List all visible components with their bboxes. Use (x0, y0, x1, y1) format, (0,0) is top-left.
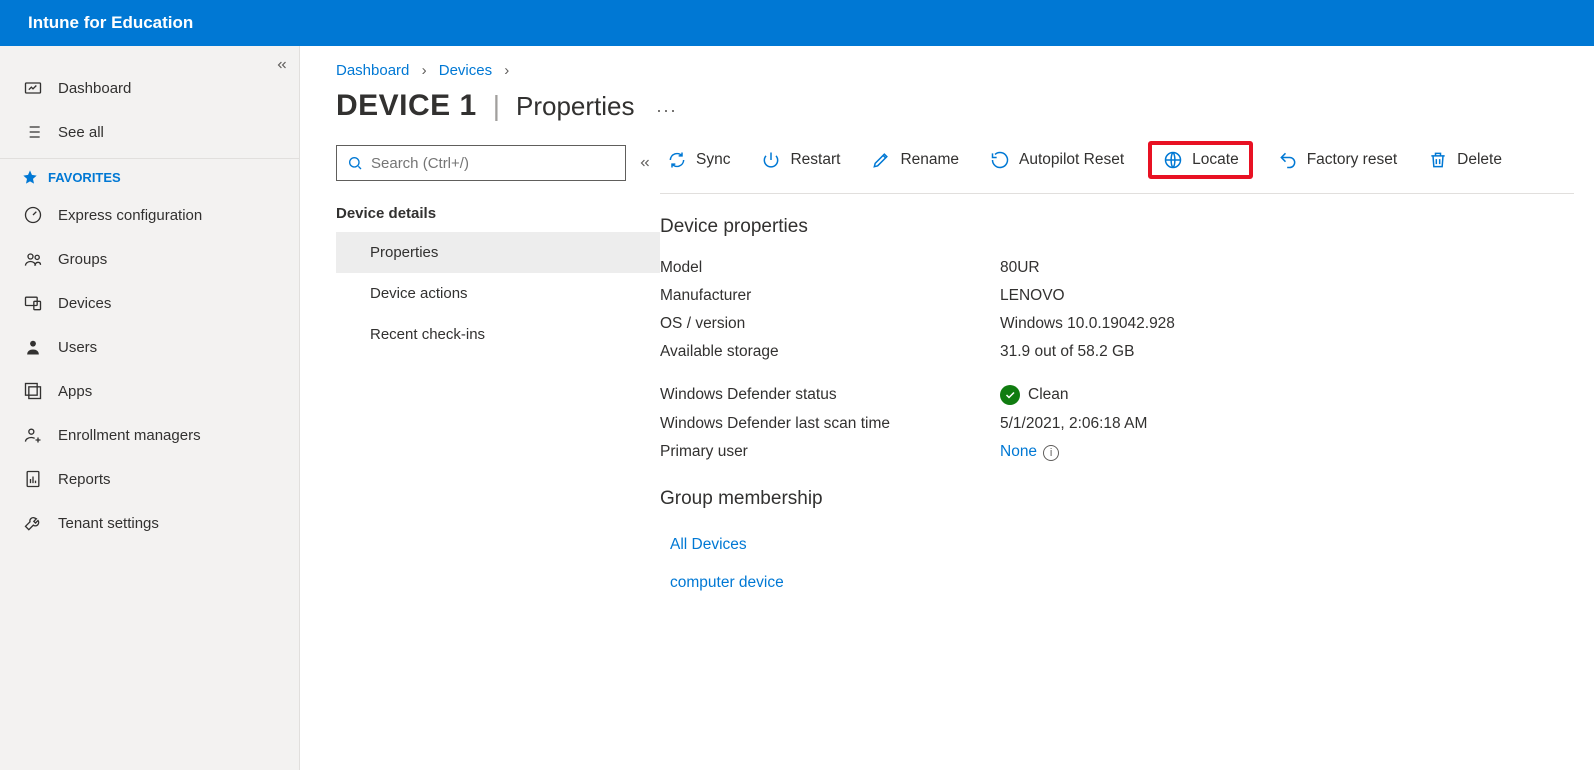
sidebar-item-tenant[interactable]: Tenant settings (0, 501, 299, 545)
group-link-computer-device[interactable]: computer device (660, 564, 1594, 602)
breadcrumb: Dashboard › Devices › (300, 46, 1594, 83)
prop-defender-status: Windows Defender status Clean (660, 380, 1594, 410)
device-subnav: Device details Properties Device actions… (300, 141, 660, 770)
reports-icon (22, 468, 44, 490)
group-membership-header: Group membership (660, 488, 1594, 510)
star-icon (22, 169, 38, 185)
more-icon[interactable]: ... (651, 96, 678, 117)
subnav-header: Device details (336, 205, 660, 222)
autopilot-reset-button[interactable]: Autopilot Reset (983, 145, 1130, 175)
search-icon (347, 155, 363, 171)
wrench-icon (22, 512, 44, 534)
primary-user-link[interactable]: None (1000, 443, 1037, 460)
info-icon[interactable]: i (1043, 445, 1059, 461)
user-icon (22, 336, 44, 358)
globe-icon (1162, 149, 1184, 171)
gauge-icon (22, 204, 44, 226)
group-link-all-devices[interactable]: All Devices (660, 526, 1594, 564)
sidebar-item-label: Dashboard (58, 80, 131, 97)
sidebar-item-label: Devices (58, 295, 111, 312)
subnav-device-actions[interactable]: Device actions (336, 273, 660, 314)
reset-icon (989, 149, 1011, 171)
groups-icon (22, 248, 44, 270)
sidebar-item-devices[interactable]: Devices (0, 281, 299, 325)
trash-icon (1427, 149, 1449, 171)
sidebar-item-label: Apps (58, 383, 92, 400)
search-input[interactable] (336, 145, 626, 181)
subnav-properties[interactable]: Properties (336, 232, 660, 273)
breadcrumb-devices[interactable]: Devices (439, 62, 492, 79)
pencil-icon (870, 149, 892, 171)
rename-button[interactable]: Rename (864, 145, 965, 175)
breadcrumb-dashboard[interactable]: Dashboard (336, 62, 409, 79)
power-icon (760, 149, 782, 171)
factory-reset-button[interactable]: Factory reset (1271, 145, 1403, 175)
prop-manufacturer: ManufacturerLENOVO (660, 282, 1594, 310)
prop-model: Model80UR (660, 254, 1594, 282)
top-bar: Intune for Education (0, 0, 1594, 46)
prop-defender-scan: Windows Defender last scan time5/1/2021,… (660, 410, 1594, 438)
sidebar-item-enrollment[interactable]: Enrollment managers (0, 413, 299, 457)
sidebar: Dashboard See all FAVORITES Express conf… (0, 46, 300, 770)
subnav-recent-checkins[interactable]: Recent check-ins (336, 314, 660, 355)
delete-button[interactable]: Delete (1421, 145, 1508, 175)
collapse-subnav-icon[interactable] (638, 156, 652, 170)
prop-os: OS / versionWindows 10.0.19042.928 (660, 310, 1594, 338)
sidebar-item-seeall[interactable]: See all (0, 110, 299, 154)
check-icon (1000, 385, 1020, 405)
enroll-icon (22, 424, 44, 446)
chevron-right-icon: › (496, 62, 517, 79)
chevron-right-icon: › (414, 62, 435, 79)
sidebar-item-express[interactable]: Express configuration (0, 193, 299, 237)
sidebar-item-label: Reports (58, 471, 111, 488)
locate-button[interactable]: Locate (1148, 141, 1253, 179)
undo-icon (1277, 149, 1299, 171)
devices-icon (22, 292, 44, 314)
sidebar-item-apps[interactable]: Apps (0, 369, 299, 413)
sidebar-item-label: Tenant settings (58, 515, 159, 532)
page-title: DEVICE 1 | Properties ... (300, 83, 1594, 141)
sync-button[interactable]: Sync (660, 145, 736, 175)
sidebar-item-label: Groups (58, 251, 107, 268)
collapse-sidebar-icon[interactable] (275, 58, 289, 72)
prop-storage: Available storage31.9 out of 58.2 GB (660, 338, 1594, 366)
prop-primary-user: Primary user Nonei (660, 438, 1594, 466)
list-icon (22, 121, 44, 143)
sidebar-item-label: See all (58, 124, 104, 141)
sidebar-item-label: Enrollment managers (58, 427, 201, 444)
sidebar-item-label: Express configuration (58, 207, 202, 224)
sidebar-item-dashboard[interactable]: Dashboard (0, 66, 299, 110)
dashboard-icon (22, 77, 44, 99)
restart-button[interactable]: Restart (754, 145, 846, 175)
toolbar: Sync Restart Rename Autopilot Reset (660, 141, 1574, 194)
apps-icon (22, 380, 44, 402)
sidebar-item-label: Users (58, 339, 97, 356)
sidebar-item-groups[interactable]: Groups (0, 237, 299, 281)
device-properties-header: Device properties (660, 216, 1594, 238)
app-title: Intune for Education (28, 13, 193, 33)
favorites-header: FAVORITES (0, 158, 299, 193)
sidebar-item-reports[interactable]: Reports (0, 457, 299, 501)
sidebar-item-users[interactable]: Users (0, 325, 299, 369)
sync-icon (666, 149, 688, 171)
